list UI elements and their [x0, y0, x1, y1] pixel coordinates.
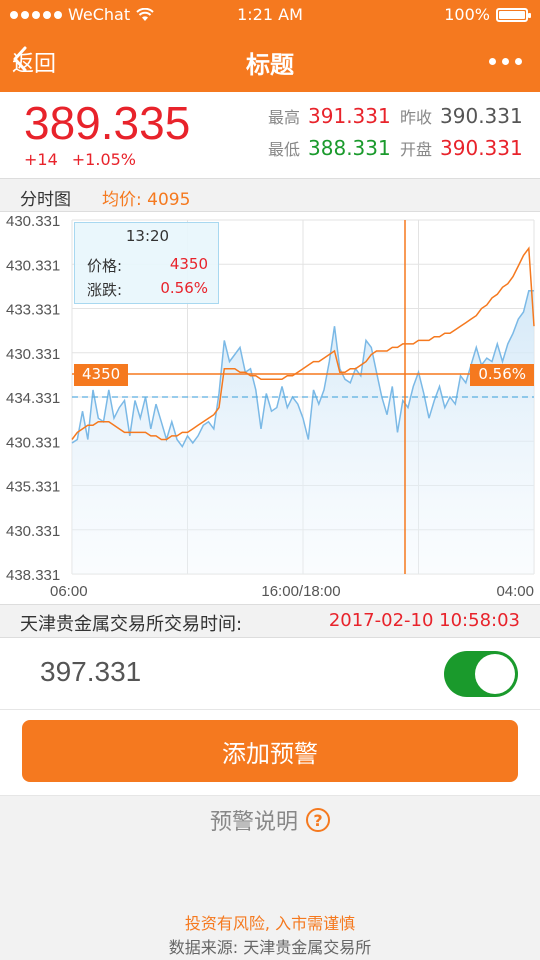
y-tick-label: 434.331 [6, 390, 60, 407]
open-value: 390.331 [440, 136, 523, 160]
y-tick-label: 433.331 [6, 302, 60, 319]
tooltip-time: 13:20 [125, 227, 170, 245]
data-source: 数据来源: 天津贵金属交易所 [168, 938, 372, 957]
add-alert-button[interactable]: 添加预警 [22, 720, 518, 782]
y-tick-label: 430.331 [6, 434, 60, 451]
low-stat: 最低 388.331 [268, 136, 391, 160]
app-screen: WeChat 1:21 AM 100% 返回 标题 389.335 +14 +1… [0, 0, 540, 960]
alert-explain-link[interactable]: 预警说明 ? [0, 800, 540, 840]
risk-notice: 投资有风险, 入市需谨慎 [184, 914, 356, 933]
y-tick-label: 430.331 [6, 523, 60, 540]
crosshair-price-tag: 4350 [74, 364, 129, 386]
x-tick-label: 04:00 [496, 583, 534, 600]
chart-info-bar: 分时图 均价: 4095 [0, 178, 540, 212]
y-tick-label: 438.331 [6, 567, 60, 584]
current-price: 389.335 [24, 97, 191, 149]
x-tick-label: 06:00 [50, 583, 88, 600]
status-bar: WeChat 1:21 AM 100% [0, 0, 540, 30]
price-tooltip: 13:20 价格: 4350 涨跌: 0.56% [74, 222, 219, 304]
crosshair-change-tag: 0.56% [470, 364, 534, 386]
tooltip-price: 4350 [169, 255, 208, 273]
quote-panel: 389.335 +14 +1.05% 最高 391.331 昨收 390.331… [0, 92, 540, 178]
alert-row: 397.331 [0, 638, 540, 710]
price-change: +14 +1.05% [24, 150, 136, 169]
tooltip-change: 0.56% [160, 279, 208, 297]
nav-bar: 返回 标题 [0, 30, 540, 92]
y-tick-label: 435.331 [6, 479, 60, 496]
open-stat: 开盘 390.331 [400, 136, 523, 160]
chart-type-label: 分时图 [20, 190, 71, 210]
button-area: 添加预警 [0, 710, 540, 796]
x-tick-label: 16:00/18:00 [261, 583, 340, 600]
trade-time-bar: 天津贵金属交易所交易时间: 2017-02-10 10:58:03 [0, 604, 540, 638]
y-tick-label: 430.331 [6, 257, 60, 274]
high-stat: 最高 391.331 [268, 104, 391, 128]
tooltip-change-label: 涨跌: [87, 281, 123, 299]
prev-close-value: 390.331 [440, 104, 523, 128]
change-percent: +1.05% [71, 150, 136, 169]
alert-price-value: 397.331 [40, 656, 142, 687]
alert-explain-label: 预警说明 [209, 810, 298, 835]
more-button[interactable] [489, 58, 522, 65]
more-icon [489, 58, 496, 65]
alert-toggle[interactable] [444, 651, 518, 697]
help-icon: ? [306, 808, 330, 832]
y-tick-label: 430.331 [6, 346, 60, 363]
change-value: +14 [24, 150, 58, 169]
battery-percent: 100% [444, 5, 490, 24]
high-value: 391.331 [308, 104, 391, 128]
avg-price: 均价: 4095 [102, 190, 191, 210]
trade-time-value: 2017-02-10 10:58:03 [328, 610, 520, 631]
y-tick-label: 430.331 [6, 213, 60, 230]
trade-time-label: 天津贵金属交易所交易时间: [20, 614, 243, 635]
intraday-chart[interactable]: 430.331 430.331 433.331 430.331 434.331 430.3… [0, 212, 540, 604]
tooltip-price-label: 价格: [87, 257, 123, 275]
battery-icon [496, 7, 531, 22]
page-title: 标题 [246, 51, 294, 79]
low-value: 388.331 [308, 136, 391, 160]
prev-close-stat: 昨收 390.331 [400, 104, 523, 128]
